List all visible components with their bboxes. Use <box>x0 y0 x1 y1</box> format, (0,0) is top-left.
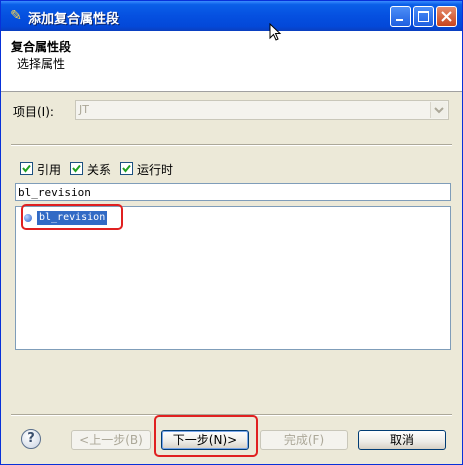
separator <box>11 144 452 146</box>
checkmark-icon <box>122 164 131 173</box>
mouse-cursor-icon <box>269 23 282 41</box>
wizard-page-title: 复合属性段 <box>11 40 72 54</box>
highlight-annotation-tree-item <box>21 204 123 230</box>
checkbox-relation-box[interactable] <box>70 162 83 175</box>
checkmark-icon <box>22 164 31 173</box>
checkbox-runtime-box[interactable] <box>120 162 133 175</box>
checkmark-icon <box>72 164 81 173</box>
filter-input[interactable] <box>16 184 450 200</box>
wizard-page-subtitle: 选择属性 <box>17 57 66 71</box>
minimize-icon <box>396 19 403 21</box>
checkbox-runtime-label: 运行时 <box>137 163 174 177</box>
checkbox-reference-label: 引用 <box>37 163 62 177</box>
filter-field[interactable] <box>15 183 451 201</box>
title-bar[interactable]: ✎ 添加复合属性段 <box>1 1 462 31</box>
finish-button[interactable]: 完成(F) <box>260 430 348 450</box>
project-value: JT <box>79 103 89 116</box>
close-icon <box>441 11 452 22</box>
chevron-down-icon[interactable] <box>430 102 447 118</box>
dialog-window: ✎ 添加复合属性段 复合属性段 选择属性 项目(I): JT 引用 关系 运行时… <box>0 0 463 465</box>
back-button[interactable]: <上一步(B) <box>71 430 151 450</box>
close-button[interactable] <box>436 6 457 27</box>
maximize-button[interactable] <box>413 6 434 27</box>
checkbox-relation-label: 关系 <box>87 163 112 177</box>
project-combobox[interactable]: JT <box>75 100 449 120</box>
window-title: 添加复合属性段 <box>28 12 120 27</box>
maximize-icon <box>418 11 429 22</box>
help-icon[interactable]: ? <box>21 429 41 449</box>
minimize-button[interactable] <box>390 6 411 27</box>
cancel-button[interactable]: 取消 <box>358 430 446 450</box>
app-icon: ✎ <box>10 8 22 24</box>
wizard-header: 复合属性段 选择属性 <box>1 31 462 92</box>
highlight-annotation-next-button <box>154 415 258 457</box>
checkbox-reference-box[interactable] <box>20 162 33 175</box>
project-label: 项目(I): <box>13 105 54 119</box>
